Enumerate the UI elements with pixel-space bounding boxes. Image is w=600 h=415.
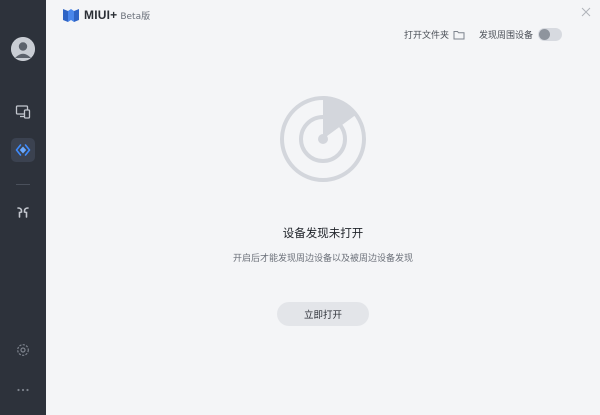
radar-disc-illustration	[280, 96, 366, 182]
more-dots-icon[interactable]	[11, 376, 35, 400]
open-now-button[interactable]: 立即打开	[277, 302, 369, 326]
toggle-knob	[539, 29, 550, 40]
main-panel: MIUI+ Beta版 打开文件夹 发现周围设备 设备发现未打开 开启后才能发现…	[46, 0, 600, 415]
discover-devices-label: 发现周围设备	[478, 31, 533, 41]
screen-cast-icon[interactable]	[11, 100, 35, 124]
discover-devices-toggle[interactable]	[538, 28, 562, 41]
settings-gear-icon[interactable]	[11, 338, 35, 362]
open-folder-button[interactable]: 打开文件夹	[404, 28, 449, 41]
user-avatar-icon[interactable]	[11, 37, 35, 61]
miui-logo-icon	[63, 9, 79, 22]
device-discover-icon[interactable]	[11, 138, 35, 162]
empty-state-title: 设备发现未打开	[282, 226, 364, 240]
close-icon[interactable]	[580, 6, 592, 18]
sidebar	[0, 0, 46, 415]
earbuds-icon[interactable]	[11, 200, 35, 224]
app-logo: MIUI+ Beta版	[62, 7, 150, 23]
app-beta-badge: Beta版	[120, 12, 151, 22]
sidebar-divider	[16, 184, 30, 185]
empty-state-description: 开启后才能发现周边设备以及被周边设备发现	[232, 254, 413, 264]
app-name: MIUI+	[84, 8, 118, 22]
top-toolbar: 打开文件夹 发现周围设备	[404, 28, 562, 41]
folder-icon[interactable]	[453, 30, 465, 40]
